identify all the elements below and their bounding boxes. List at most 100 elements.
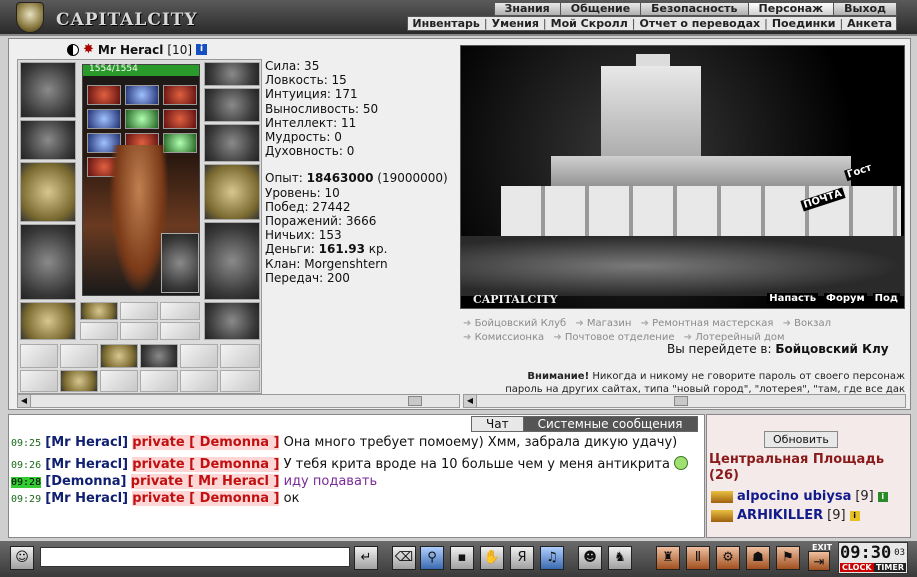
bracers-slot[interactable]	[20, 120, 76, 160]
offhand-weapon-slot[interactable]	[204, 164, 260, 220]
scroll-slot[interactable]	[60, 344, 98, 368]
scroll-slot[interactable]	[100, 344, 138, 368]
nav-communication[interactable]: Общение	[559, 2, 642, 16]
smiles-icon[interactable]: ☻	[578, 546, 602, 570]
online-user[interactable]: ARHIKILLER [9] i	[711, 508, 860, 523]
attack-link[interactable]: Напасть	[767, 293, 819, 304]
gloves-slot[interactable]	[204, 124, 260, 162]
subnav-fights[interactable]: Поединки	[768, 17, 840, 30]
nav-character[interactable]: Персонаж	[747, 2, 835, 16]
chat-nick[interactable]: [Mr Heracl]	[45, 435, 128, 450]
scroll-slot[interactable]	[100, 370, 138, 392]
scroll-left-icon[interactable]: ◀	[464, 395, 477, 407]
goto-text: Вы перейдете в: Бойцовский Клу	[667, 342, 889, 356]
boots-slot[interactable]	[204, 302, 260, 340]
empty-slot[interactable]	[120, 322, 158, 340]
bag-icon[interactable]: ♜	[656, 546, 680, 570]
send-icon[interactable]: ↵	[354, 546, 378, 570]
more-link[interactable]: Под	[872, 293, 900, 304]
rune-slot[interactable]	[163, 109, 197, 129]
subnav-transfer-report[interactable]: Отчет о переводах	[635, 17, 764, 30]
subnav-profile[interactable]: Анкета	[843, 17, 896, 30]
amulet-slot[interactable]	[204, 88, 260, 122]
scroll-thumb[interactable]	[674, 396, 688, 406]
sound-icon[interactable]: ♫	[540, 546, 564, 570]
chat-private[interactable]: private [ Demonna ]	[132, 491, 280, 506]
filter-icon[interactable]: ⚲	[420, 546, 444, 570]
chat-private[interactable]: private [ Demonna ]	[132, 435, 280, 450]
empty-slot[interactable]	[120, 302, 158, 320]
tab-system-messages[interactable]: Системные сообщения	[522, 416, 698, 432]
friends-icon[interactable]: ☗	[746, 546, 770, 570]
rune-slot[interactable]	[87, 109, 121, 129]
scroll-left-icon[interactable]: ◀	[18, 395, 31, 407]
weapon-slot[interactable]	[20, 162, 76, 222]
subnav-my-scroll[interactable]: Мой Скролл	[547, 17, 632, 30]
scroll-slot[interactable]	[140, 344, 178, 368]
equip-hscroll[interactable]: ◀	[17, 394, 460, 408]
helmet-slot[interactable]	[20, 62, 76, 118]
money-icon[interactable]: ⚙	[716, 546, 740, 570]
belt-slot[interactable]	[20, 302, 76, 340]
chat-nick[interactable]: [Demonna]	[45, 474, 126, 489]
chat-nick[interactable]: [Mr Heracl]	[45, 457, 128, 472]
scroll-slot[interactable]	[180, 344, 218, 368]
loc-commission[interactable]: Комиссионка	[463, 332, 544, 343]
leggings-slot[interactable]	[204, 222, 260, 300]
city-map[interactable]: ПОЧТА Гост CAPITALCITY Напасть Форум Под	[460, 45, 905, 309]
rune-slot[interactable]	[87, 85, 121, 105]
refresh-button[interactable]: Обновить	[764, 431, 838, 448]
eraser-icon[interactable]: ⌫	[392, 546, 416, 570]
city-links: Напасть Форум Под	[767, 293, 900, 304]
timer-button[interactable]: TIMER	[873, 563, 906, 572]
hands-icon[interactable]: ✋	[480, 546, 504, 570]
loc-shop[interactable]: Магазин	[575, 318, 631, 329]
rune-slot[interactable]	[163, 85, 197, 105]
chat-private[interactable]: private [ Mr Heracl ]	[130, 474, 280, 489]
empty-slot[interactable]	[160, 322, 200, 340]
pet-slot[interactable]	[161, 233, 199, 293]
chat-settings-icon[interactable]: ☺	[10, 546, 34, 570]
scroll-slot[interactable]	[180, 370, 218, 392]
nav-exit[interactable]: Выход	[833, 2, 897, 16]
ring-slot[interactable]	[204, 62, 260, 86]
loc-repair[interactable]: Ремонтная мастерская	[641, 318, 774, 329]
loc-fight-club[interactable]: Бойцовский Клуб	[463, 318, 566, 329]
forum-link[interactable]: Форум	[824, 293, 867, 304]
scroll-slot[interactable]	[140, 370, 178, 392]
exit-icon[interactable]: ⇥	[808, 551, 830, 571]
info-icon[interactable]: i	[196, 44, 208, 55]
translit-icon[interactable]: Я	[510, 546, 534, 570]
flag-icon[interactable]: ⚑	[776, 546, 800, 570]
scroll-slot[interactable]	[60, 370, 98, 392]
info-icon[interactable]: i	[849, 510, 860, 521]
scroll-slot[interactable]	[220, 370, 260, 392]
scroll-slot[interactable]	[20, 344, 58, 368]
nav-knowledge[interactable]: Знания	[493, 2, 561, 16]
empty-slot[interactable]	[80, 322, 118, 340]
loc-post-office[interactable]: Почтовое отделение	[553, 332, 674, 343]
armor-slot[interactable]	[20, 224, 76, 300]
info-icon[interactable]: i	[877, 491, 888, 502]
subnav-skills[interactable]: Умения	[488, 17, 543, 30]
clock-button[interactable]: CLOCK	[840, 563, 874, 572]
empty-slot[interactable]	[160, 302, 200, 320]
chat-input[interactable]	[40, 547, 350, 567]
scroll-thumb[interactable]	[408, 396, 422, 406]
online-user[interactable]: alpocino ubiysa [9] i	[711, 489, 888, 504]
loc-station[interactable]: Вокзал	[783, 318, 831, 329]
scroll-slot[interactable]	[220, 344, 260, 368]
item-slot[interactable]	[80, 302, 118, 320]
tab-chat[interactable]: Чат	[471, 416, 524, 432]
scroll-slot[interactable]	[20, 370, 58, 392]
chat-private[interactable]: private [ Demonna ]	[132, 457, 280, 472]
knight-icon[interactable]: ♞	[608, 546, 632, 570]
subnav-inventory[interactable]: Инвентарь	[408, 17, 483, 30]
quest-icon[interactable]: Ⅱ	[686, 546, 710, 570]
rune-slot[interactable]	[125, 109, 159, 129]
save-log-icon[interactable]: ▪	[450, 546, 474, 570]
nav-security[interactable]: Безопасность	[640, 2, 749, 16]
chat-nick[interactable]: [Mr Heracl]	[45, 491, 128, 506]
city-hscroll[interactable]: ◀	[463, 394, 906, 408]
rune-slot[interactable]	[125, 85, 159, 105]
